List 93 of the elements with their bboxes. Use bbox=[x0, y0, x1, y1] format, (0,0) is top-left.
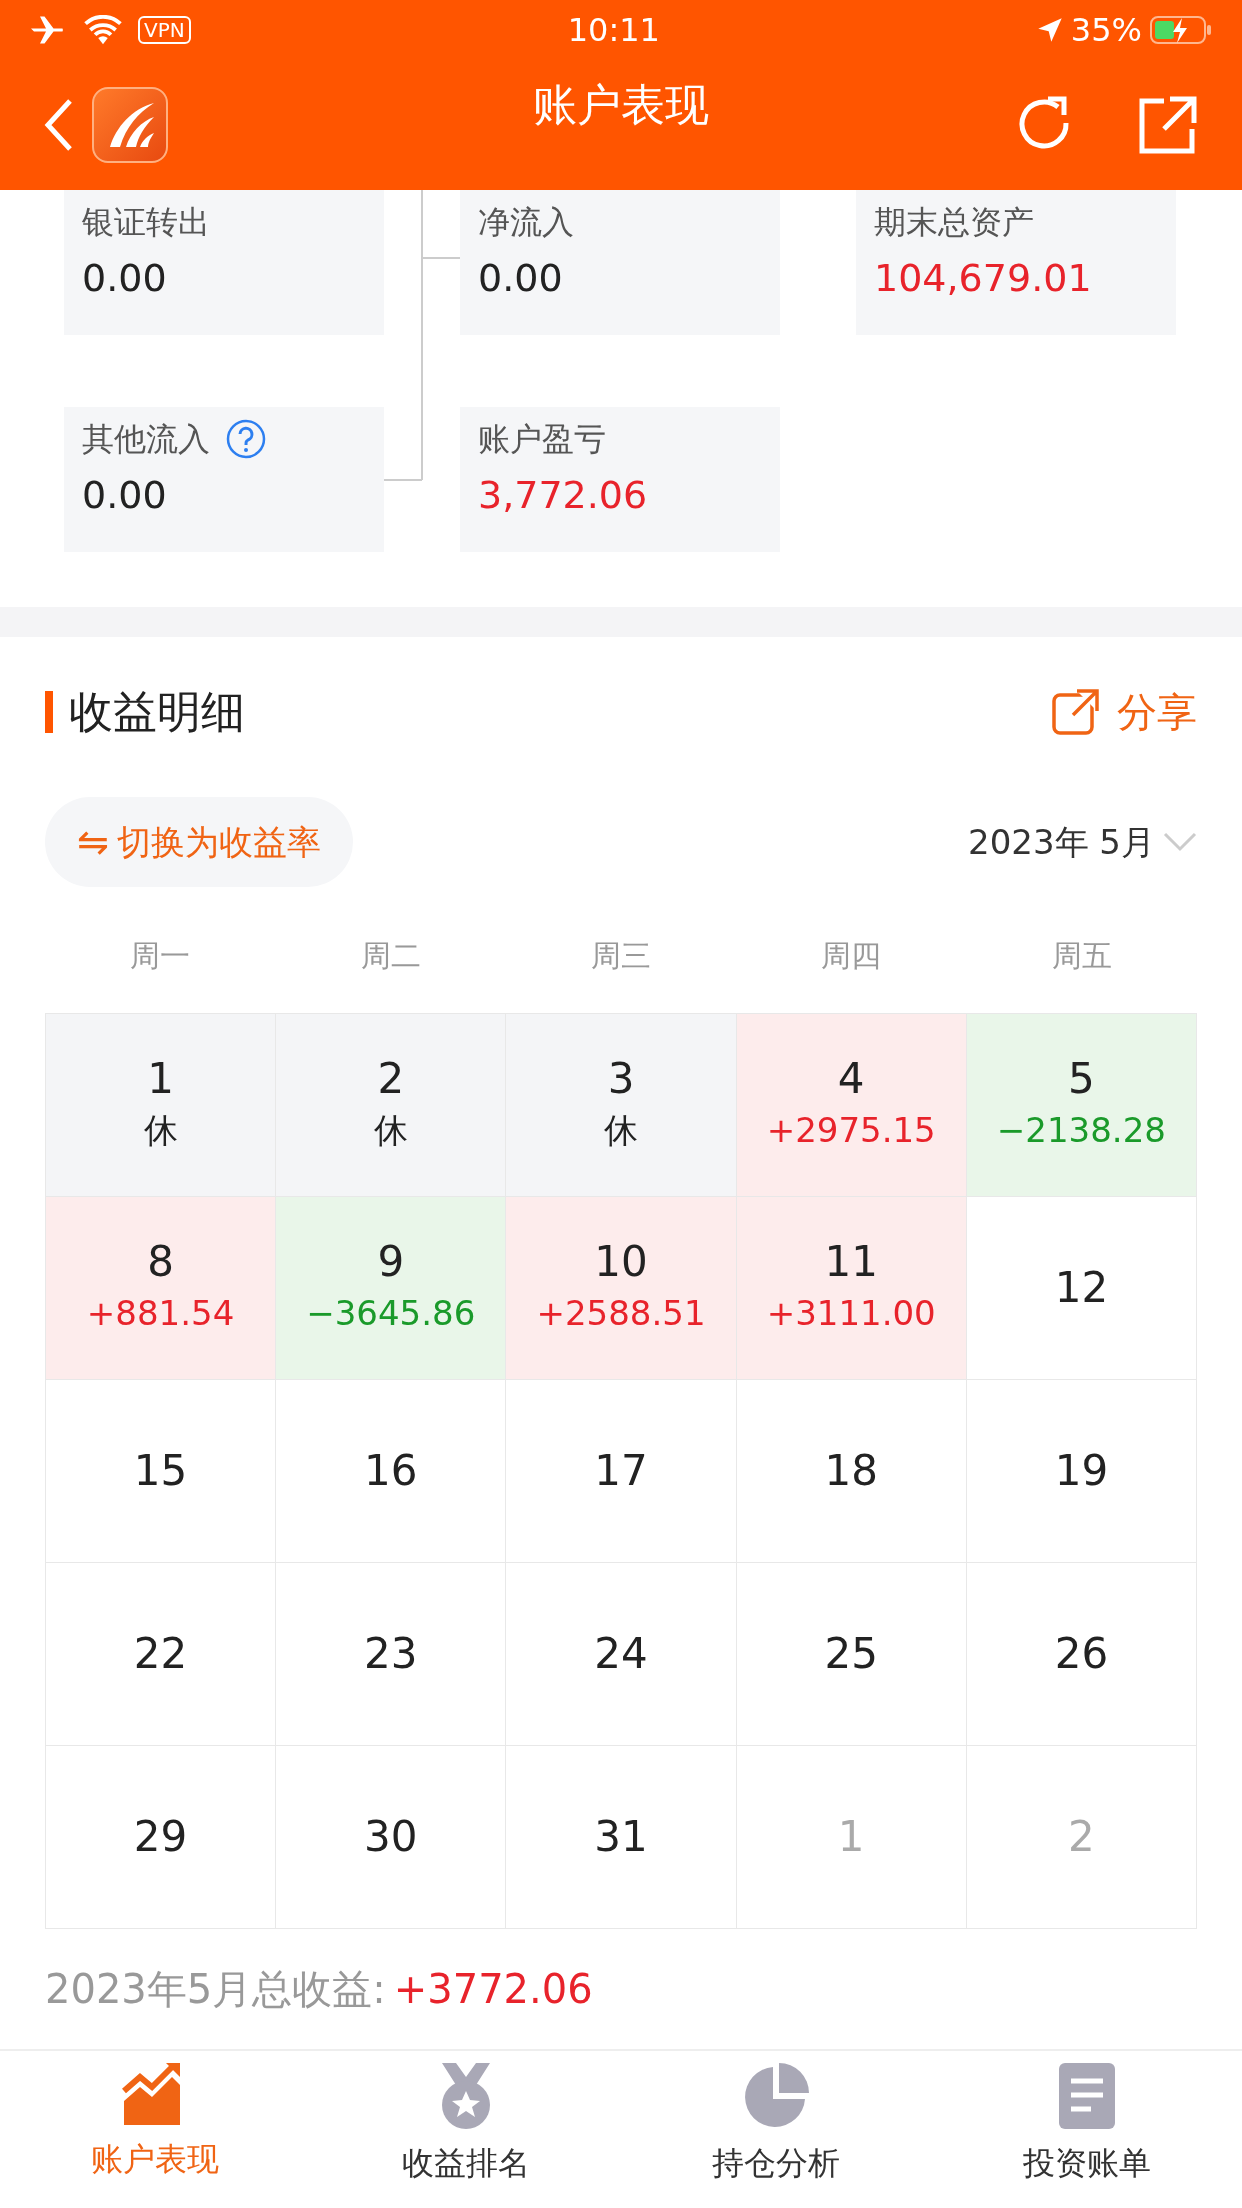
document-icon bbox=[1056, 2061, 1117, 2131]
calendar-day[interactable]: 3 休 bbox=[506, 1014, 737, 1197]
total-value: +3772.06 bbox=[393, 1965, 593, 2014]
calendar-day[interactable]: 1 休 bbox=[46, 1014, 277, 1197]
weekday-label: 周四 bbox=[821, 936, 882, 975]
day-profit: −2138.28 bbox=[996, 1108, 1166, 1152]
day-number: 30 bbox=[364, 1811, 418, 1863]
rest-label: 休 bbox=[604, 1108, 638, 1152]
calendar-day[interactable]: 12 bbox=[966, 1197, 1197, 1380]
day-number: 29 bbox=[133, 1811, 188, 1863]
calendar-day[interactable]: 2 休 bbox=[276, 1014, 507, 1197]
clock: 10:11 bbox=[567, 10, 660, 51]
calendar-day[interactable]: 16 bbox=[276, 1380, 507, 1563]
day-number: 23 bbox=[364, 1628, 418, 1680]
card-label: 银证转出 bbox=[82, 202, 210, 243]
tab[interactable]: 收益排名 bbox=[310, 2051, 621, 2208]
calendar-day[interactable]: 15 bbox=[46, 1380, 277, 1563]
day-profit: +2588.51 bbox=[536, 1291, 706, 1335]
day-number: 11 bbox=[824, 1237, 878, 1288]
section-title: 收益明细 bbox=[69, 685, 245, 739]
day-number: 2 bbox=[1068, 1811, 1095, 1863]
battery-percent: 35% bbox=[1070, 10, 1142, 51]
location-icon bbox=[1036, 17, 1063, 43]
battery-icon bbox=[1150, 15, 1212, 45]
total-label: 2023年5月总收益: bbox=[45, 1965, 386, 2014]
card-label: 净流入 bbox=[478, 202, 574, 243]
day-number: 31 bbox=[594, 1811, 648, 1863]
calendar-day[interactable]: 4 +2975.15 bbox=[736, 1014, 967, 1197]
card-value: 104,679.01 bbox=[874, 255, 1093, 302]
calendar-day[interactable]: 5 −2138.28 bbox=[966, 1014, 1197, 1197]
day-number: 17 bbox=[594, 1445, 648, 1497]
day-number: 1 bbox=[147, 1054, 174, 1105]
rest-label: 休 bbox=[373, 1108, 408, 1152]
share-icon[interactable] bbox=[1138, 95, 1198, 155]
day-number: 5 bbox=[1068, 1054, 1095, 1105]
day-profit: +2975.15 bbox=[766, 1108, 936, 1152]
calendar-day[interactable]: 25 bbox=[736, 1563, 967, 1746]
calendar-day[interactable]: 30 bbox=[276, 1746, 507, 1929]
tab[interactable]: 投资账单 bbox=[931, 2051, 1242, 2208]
card-label: 其他流入 bbox=[82, 419, 210, 460]
weekday-label: 周五 bbox=[1051, 936, 1112, 975]
day-number: 19 bbox=[1054, 1445, 1109, 1497]
day-number: 26 bbox=[1054, 1628, 1109, 1680]
day-profit: +881.54 bbox=[86, 1291, 235, 1335]
day-profit: +3111.00 bbox=[766, 1291, 936, 1335]
weekday-label: 周二 bbox=[360, 936, 421, 975]
card-value: 0.00 bbox=[478, 255, 564, 302]
calendar-day[interactable]: 9 −3645.86 bbox=[276, 1197, 507, 1380]
calendar-day[interactable]: 17 bbox=[506, 1380, 737, 1563]
day-number: 22 bbox=[133, 1628, 188, 1680]
wifi-icon bbox=[84, 15, 122, 45]
day-number: 18 bbox=[824, 1445, 878, 1497]
card-label: 账户盈亏 bbox=[478, 419, 606, 460]
card-label: 期末总资产 bbox=[874, 202, 1034, 243]
calendar-day[interactable]: 19 bbox=[966, 1380, 1197, 1563]
day-number: 3 bbox=[607, 1054, 635, 1105]
accent-bar bbox=[45, 691, 53, 733]
day-number: 9 bbox=[377, 1237, 405, 1288]
chevron-down-icon bbox=[1163, 832, 1197, 852]
calendar-day[interactable]: 18 bbox=[736, 1380, 967, 1563]
day-number: 12 bbox=[1054, 1262, 1109, 1314]
weekday-label: 周三 bbox=[591, 936, 651, 975]
swap-icon: ⇋ bbox=[77, 813, 109, 871]
card-value: 0.00 bbox=[82, 255, 168, 302]
tab[interactable]: 持仓分析 bbox=[621, 2051, 932, 2208]
day-number: 15 bbox=[133, 1445, 188, 1497]
card-value: 3,772.06 bbox=[478, 472, 649, 519]
day-number: 4 bbox=[837, 1054, 865, 1105]
weekday-label: 周一 bbox=[130, 936, 191, 975]
day-number: 2 bbox=[377, 1054, 405, 1105]
calendar-day[interactable]: 22 bbox=[46, 1563, 277, 1746]
day-number: 1 bbox=[837, 1811, 865, 1863]
share-icon bbox=[1051, 687, 1101, 737]
calendar-day[interactable]: 26 bbox=[966, 1563, 1197, 1746]
calendar-day[interactable]: 29 bbox=[46, 1746, 277, 1929]
day-number: 10 bbox=[594, 1237, 648, 1288]
day-number: 16 bbox=[364, 1445, 418, 1497]
day-number: 8 bbox=[147, 1237, 174, 1288]
rest-label: 休 bbox=[143, 1108, 178, 1152]
calendar-day[interactable]: 24 bbox=[506, 1563, 737, 1746]
day-profit: −3645.86 bbox=[306, 1291, 476, 1335]
day-number: 24 bbox=[594, 1628, 648, 1680]
card-value: 0.00 bbox=[82, 472, 168, 519]
page-title: 账户表现 bbox=[533, 78, 709, 132]
help-icon[interactable] bbox=[226, 419, 266, 459]
vpn-indicator: VPN bbox=[138, 16, 191, 44]
calendar-day[interactable]: 23 bbox=[276, 1563, 507, 1746]
calendar-day[interactable]: 10 +2588.51 bbox=[506, 1197, 737, 1380]
calendar-day[interactable]: 31 bbox=[506, 1746, 737, 1929]
month-picker[interactable]: 2023年 5月 bbox=[968, 816, 1197, 868]
calendar-day[interactable]: 11 +3111.00 bbox=[736, 1197, 967, 1380]
day-number: 25 bbox=[824, 1628, 878, 1680]
calendar-day[interactable]: 8 +881.54 bbox=[46, 1197, 277, 1380]
